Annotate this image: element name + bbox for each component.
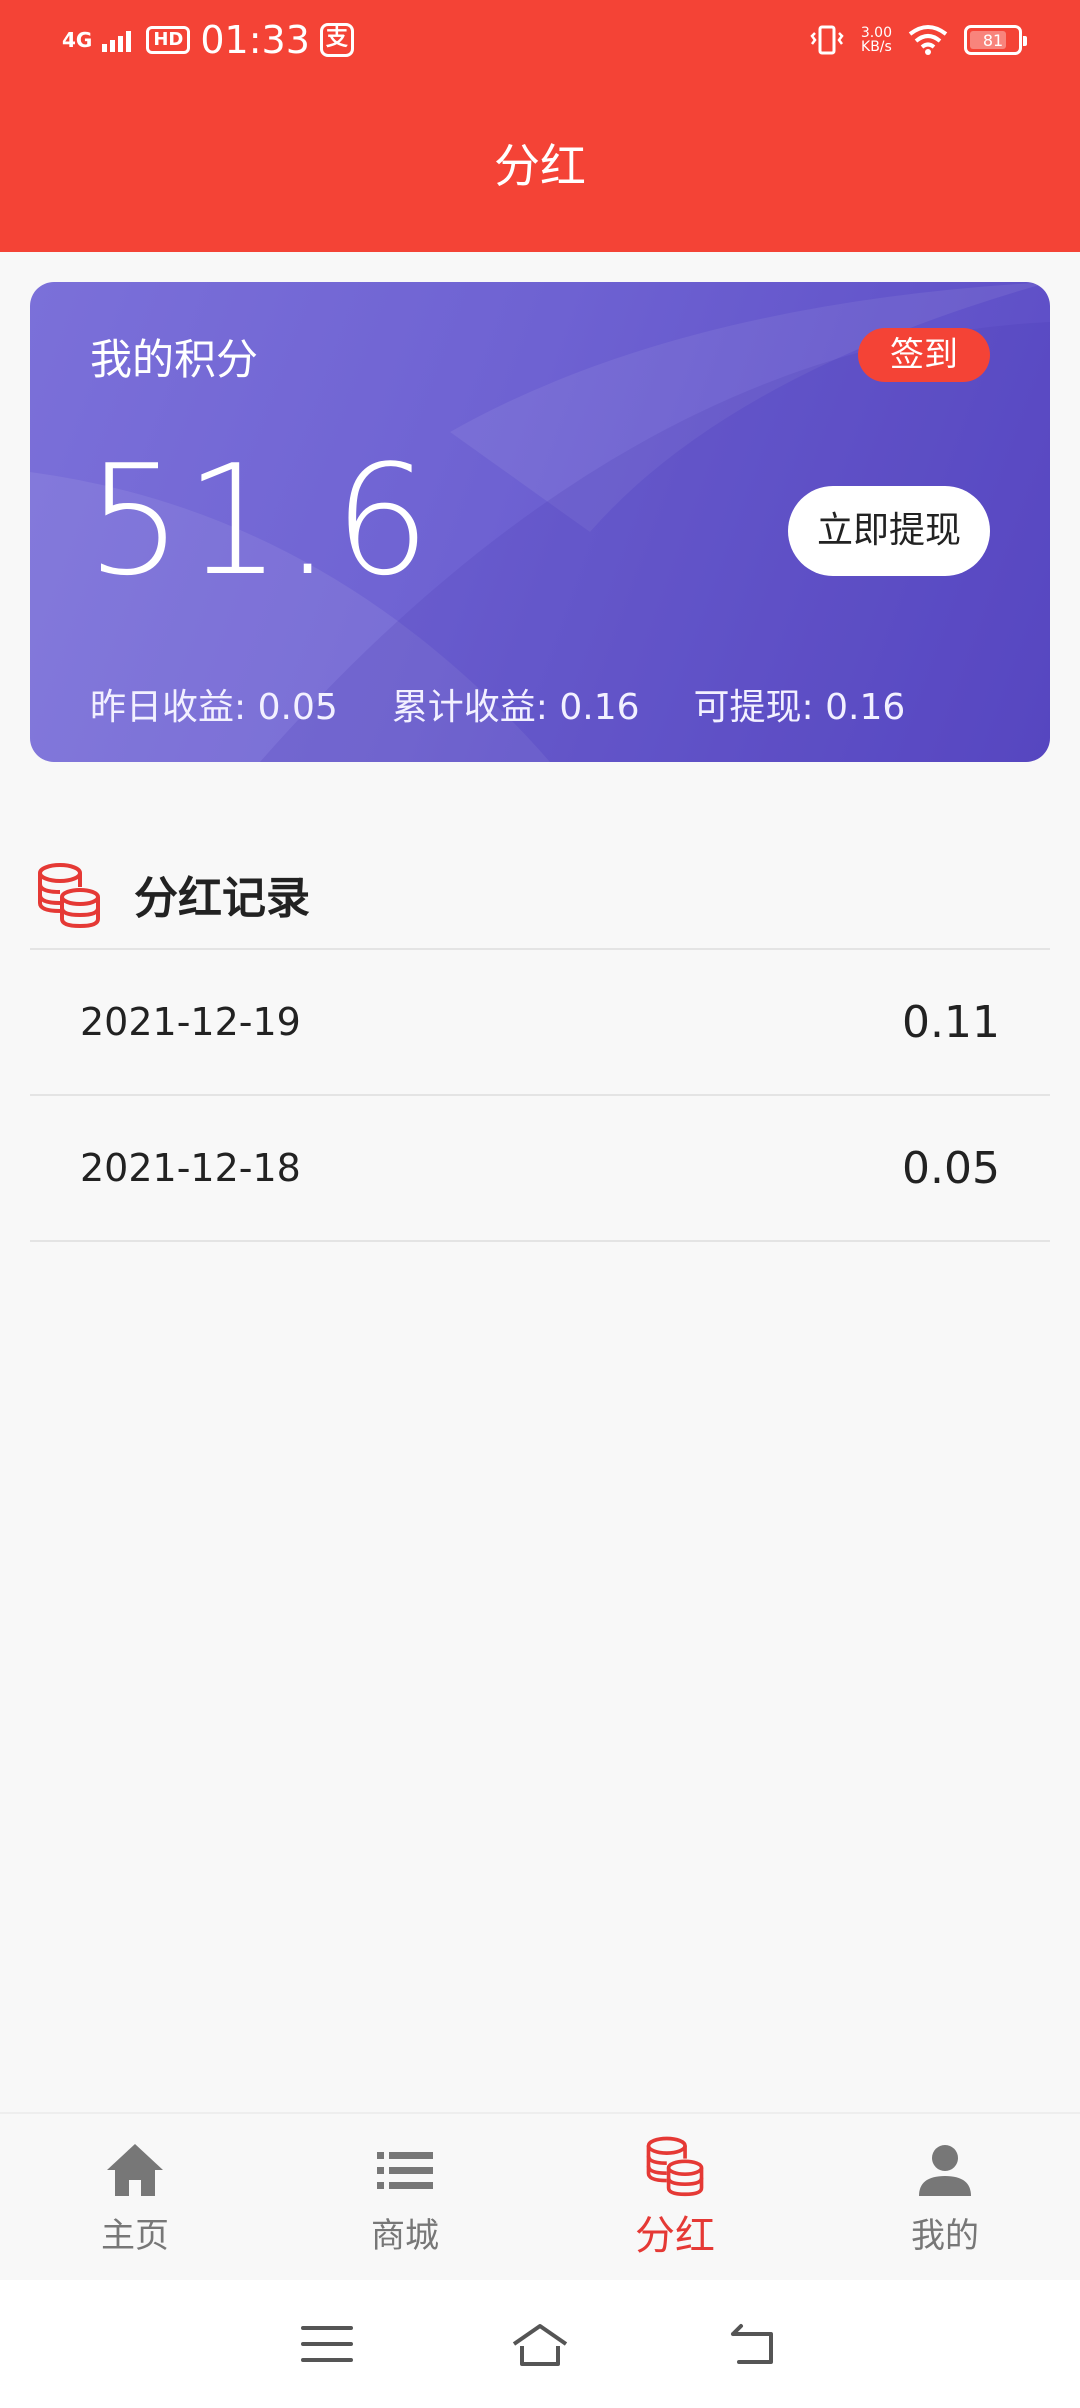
points-card: 我的积分 签到 51.6 立即提现 昨日收益: 0.05 累计收益: 0.16 …: [30, 282, 1050, 762]
tab-dividend[interactable]: 分红: [540, 2114, 810, 2280]
record-date: 2021-12-19: [80, 1000, 301, 1044]
tab-label: 主页: [101, 2215, 169, 2256]
speed-unit: KB/s: [861, 39, 892, 55]
hd-badge: HD: [146, 26, 191, 54]
signal-bars-icon: [102, 31, 132, 52]
wifi-icon: [908, 25, 948, 55]
alipay-icon: 支: [319, 23, 354, 57]
tab-label: 商城: [371, 2215, 439, 2256]
points-label: 我的积分: [90, 335, 259, 384]
stat-value: 0.16: [825, 687, 906, 728]
menu-icon[interactable]: [295, 2312, 359, 2376]
home-icon: [107, 2143, 163, 2196]
page-title: 分红: [494, 139, 586, 193]
stat-withdrawable: 可提现: 0.16: [694, 678, 906, 730]
record-row: 2021-12-18 0.05: [30, 1096, 1050, 1242]
tab-mall[interactable]: 商城: [270, 2114, 540, 2280]
records-title: 分红记录: [134, 873, 310, 924]
status-bar: 4G HD 01:33 支 3.00 KB/s 81: [0, 0, 1080, 84]
bottom-tab-bar: 主页 商城 分红 我的: [0, 2112, 1080, 2280]
speed-value: 3.00: [860, 25, 892, 41]
battery-indicator: 81: [964, 25, 1027, 55]
earnings-stats: 昨日收益: 0.05 累计收益: 0.16 可提现: 0.16: [90, 678, 905, 730]
vibrate-icon: [810, 25, 844, 55]
record-date: 2021-12-18: [80, 1146, 301, 1190]
list-icon: [377, 2151, 433, 2189]
stat-label: 昨日收益:: [90, 687, 247, 728]
status-time: 01:33: [200, 18, 310, 62]
network-speed: 3.00 KB/s: [861, 26, 892, 54]
stat-total: 累计收益: 0.16: [392, 678, 640, 730]
system-nav-bar: [0, 2280, 1080, 2408]
stat-value: 0.05: [257, 687, 338, 728]
records-header: 分红记录: [30, 840, 1050, 950]
stat-label: 累计收益:: [391, 687, 548, 728]
tab-home[interactable]: 主页: [0, 2114, 270, 2280]
coins-stack-icon: [38, 863, 100, 929]
status-right: 3.00 KB/s 81: [809, 22, 1027, 58]
stat-yesterday: 昨日收益: 0.05: [90, 678, 338, 730]
stat-label: 可提现:: [693, 687, 814, 728]
home-outline-icon[interactable]: [508, 2312, 572, 2376]
checkin-button[interactable]: 签到: [858, 328, 990, 382]
tab-label: 分红: [635, 2213, 715, 2259]
signal-indicator: 4G: [62, 28, 93, 52]
record-amount: 0.05: [902, 1142, 1000, 1194]
battery-level: 81: [982, 30, 1004, 50]
withdraw-button[interactable]: 立即提现: [788, 486, 990, 576]
record-amount: 0.11: [902, 996, 1000, 1048]
points-value: 51.6: [86, 432, 433, 609]
back-icon[interactable]: [721, 2312, 785, 2376]
app-header: 4G HD 01:33 支 3.00 KB/s 81 分红: [0, 0, 1080, 252]
tab-label: 我的: [911, 2215, 979, 2256]
stat-value: 0.16: [559, 687, 640, 728]
user-icon: [919, 2144, 971, 2196]
record-row: 2021-12-19 0.11: [30, 950, 1050, 1096]
coins-stack-icon: [646, 2136, 704, 2197]
status-left: 4G HD 01:33 支: [62, 18, 354, 62]
tab-mine[interactable]: 我的: [810, 2114, 1080, 2280]
